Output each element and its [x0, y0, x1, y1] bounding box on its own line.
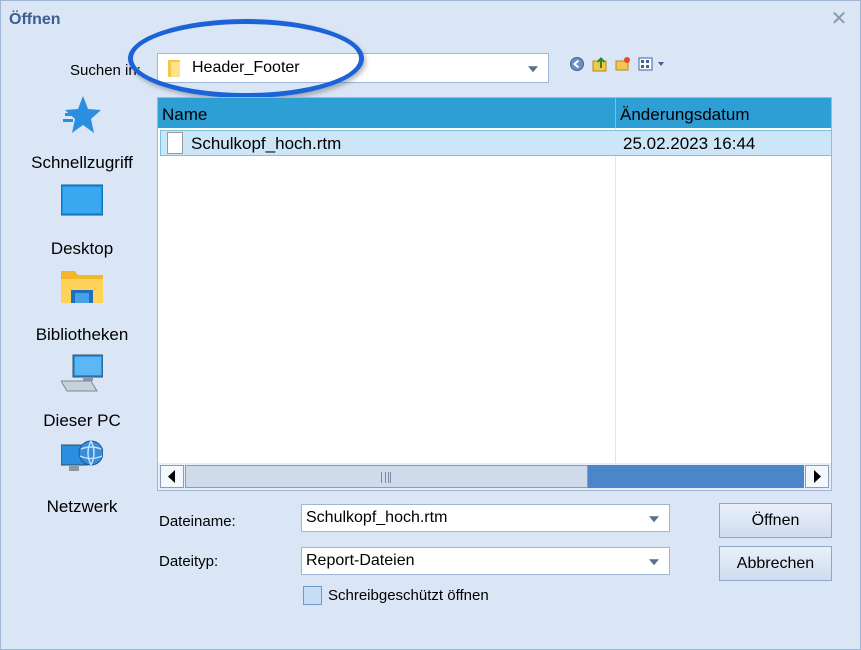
place-label: Bibliotheken — [35, 325, 129, 344]
scroll-thumb[interactable] — [185, 465, 588, 488]
new-folder-icon[interactable] — [615, 56, 631, 72]
readonly-label: Schreibgeschützt öffnen — [328, 587, 489, 604]
column-header-date[interactable]: Änderungsdatum — [616, 98, 831, 128]
folder-icon — [168, 60, 180, 77]
scroll-right-button[interactable] — [805, 465, 829, 488]
place-desktop[interactable]: Desktop — [11, 179, 153, 265]
place-quick-access[interactable]: Schnellzugriff — [11, 93, 153, 179]
place-network[interactable]: Netzwerk — [11, 437, 153, 523]
filetype-value: Report-Dateien — [306, 552, 415, 569]
readonly-checkbox[interactable] — [303, 586, 322, 605]
star-icon — [61, 93, 103, 137]
filetype-label: Dateityp: — [159, 553, 219, 570]
place-this-pc[interactable]: Dieser PC — [11, 351, 153, 437]
open-button[interactable]: Öffnen — [719, 503, 832, 538]
table-row[interactable]: Schulkopf_hoch.rtm 25.02.2023 16:44 — [160, 130, 831, 156]
view-menu-icon[interactable] — [638, 56, 668, 72]
filename-label: Dateiname: — [159, 513, 236, 530]
lookin-value: Header_Footer — [192, 59, 300, 76]
network-icon — [60, 437, 104, 481]
lookin-combo[interactable]: Header_Footer — [157, 53, 549, 83]
window-title: Öffnen — [9, 11, 61, 28]
library-folder-icon — [61, 265, 103, 309]
scroll-left-button[interactable] — [160, 465, 184, 488]
place-label: Desktop — [50, 239, 114, 258]
lookin-label: Suchen in: — [70, 62, 141, 79]
back-icon[interactable] — [569, 56, 585, 72]
column-header-name[interactable]: Name — [158, 98, 616, 128]
filename-value: Schulkopf_hoch.rtm — [306, 509, 448, 526]
column-separator — [615, 128, 616, 463]
cancel-button[interactable]: Abbrechen — [719, 546, 832, 581]
file-icon — [167, 132, 183, 154]
chevron-down-icon[interactable] — [649, 516, 659, 523]
open-dialog: Öffnen ✕ Suchen in: Header_Footer Schnel… — [0, 0, 861, 650]
filetype-select[interactable]: Report-Dateien — [301, 547, 670, 575]
filename-field[interactable]: Schulkopf_hoch.rtm — [301, 504, 670, 532]
grip-icon — [381, 472, 391, 483]
up-folder-icon[interactable] — [592, 56, 608, 72]
desktop-icon — [60, 179, 104, 223]
file-date: 25.02.2023 16:44 — [623, 134, 756, 153]
file-name: Schulkopf_hoch.rtm — [191, 134, 342, 153]
scroll-track[interactable] — [588, 465, 804, 488]
computer-icon — [60, 351, 104, 395]
chevron-down-icon[interactable] — [649, 559, 659, 566]
place-label: Schnellzugriff — [31, 153, 133, 172]
horizontal-scrollbar[interactable] — [158, 463, 831, 490]
close-icon[interactable]: ✕ — [827, 7, 851, 31]
place-libraries[interactable]: Bibliotheken — [11, 265, 153, 351]
place-label: Dieser PC — [43, 411, 121, 430]
chevron-down-icon[interactable] — [528, 66, 538, 73]
file-list[interactable]: Name Änderungsdatum Schulkopf_hoch.rtm 2… — [157, 97, 832, 491]
place-label: Netzwerk — [46, 497, 118, 516]
